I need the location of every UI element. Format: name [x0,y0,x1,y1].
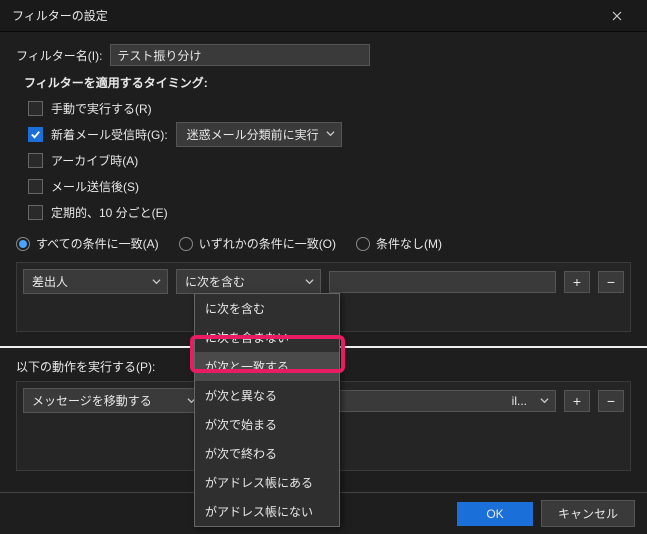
condition-value-input[interactable] [329,271,556,293]
conditions-area: 差出人 に次を含む + − に次を含む に次を含まない が次と一致する が次と異… [16,262,631,332]
close-icon [612,11,622,21]
archive-label: アーカイブ時(A) [51,152,138,169]
radio-icon [179,237,193,251]
ok-button[interactable]: OK [457,502,533,526]
action-target-suffix: il... [512,394,527,408]
condition-operator-select[interactable]: に次を含む [176,269,321,294]
filter-name-input[interactable] [110,44,370,66]
periodic-checkbox[interactable] [28,205,43,220]
newmail-checkbox[interactable] [28,127,43,142]
operator-option[interactable]: が次と異なる [195,381,339,410]
manual-checkbox[interactable] [28,101,43,116]
chevron-down-icon [305,275,314,289]
remove-condition-button[interactable]: − [598,271,624,293]
chevron-down-icon [540,394,549,408]
chevron-down-icon [326,127,335,141]
newmail-label: 新着メール受信時(G): [51,126,168,143]
operator-dropdown-menu: に次を含む に次を含まない が次と一致する が次と異なる が次で始まる が次で終… [194,293,340,527]
cancel-button[interactable]: キャンセル [541,500,635,527]
archive-checkbox[interactable] [28,153,43,168]
operator-option[interactable]: がアドレス帳にない [195,497,339,526]
chevron-down-icon [152,275,161,289]
match-none-label: 条件なし(M) [376,235,442,252]
add-condition-button[interactable]: + [564,271,590,293]
match-any-radio[interactable]: いずれかの条件に一致(O) [179,235,336,252]
condition-field-select[interactable]: 差出人 [23,269,168,294]
radio-icon [16,237,30,251]
window-title: フィルターの設定 [12,7,108,24]
check-icon [30,129,41,140]
radio-icon [356,237,370,251]
aftersend-checkbox[interactable] [28,179,43,194]
condition-operator-value: に次を含む [185,275,245,289]
match-none-radio[interactable]: 条件なし(M) [356,235,442,252]
close-button[interactable] [599,0,635,32]
operator-option[interactable]: に次を含まない [195,323,339,352]
remove-action-button[interactable]: − [598,390,624,412]
periodic-label: 定期的、10 分ごと(E) [51,204,168,221]
operator-option[interactable]: が次で始まる [195,410,339,439]
operator-option[interactable]: が次と一致する [195,352,339,381]
junk-timing-value: 迷惑メール分類前に実行 [187,128,319,142]
match-all-label: すべての条件に一致(A) [36,235,159,252]
operator-option[interactable]: に次を含む [195,294,339,323]
operator-option[interactable]: が次で終わる [195,439,339,468]
match-any-label: いずれかの条件に一致(O) [199,235,336,252]
condition-field-value: 差出人 [32,275,68,289]
action-type-value: メッセージを移動する [32,394,152,408]
action-type-select[interactable]: メッセージを移動する [23,388,203,413]
operator-option[interactable]: がアドレス帳にある [195,468,339,497]
junk-timing-select[interactable]: 迷惑メール分類前に実行 [176,122,342,147]
manual-label: 手動で実行する(R) [51,100,152,117]
timing-section-title: フィルターを適用するタイミング: [24,74,631,91]
match-all-radio[interactable]: すべての条件に一致(A) [16,235,159,252]
filter-name-label: フィルター名(I): [16,47,102,64]
add-action-button[interactable]: + [564,390,590,412]
aftersend-label: メール送信後(S) [51,178,139,195]
